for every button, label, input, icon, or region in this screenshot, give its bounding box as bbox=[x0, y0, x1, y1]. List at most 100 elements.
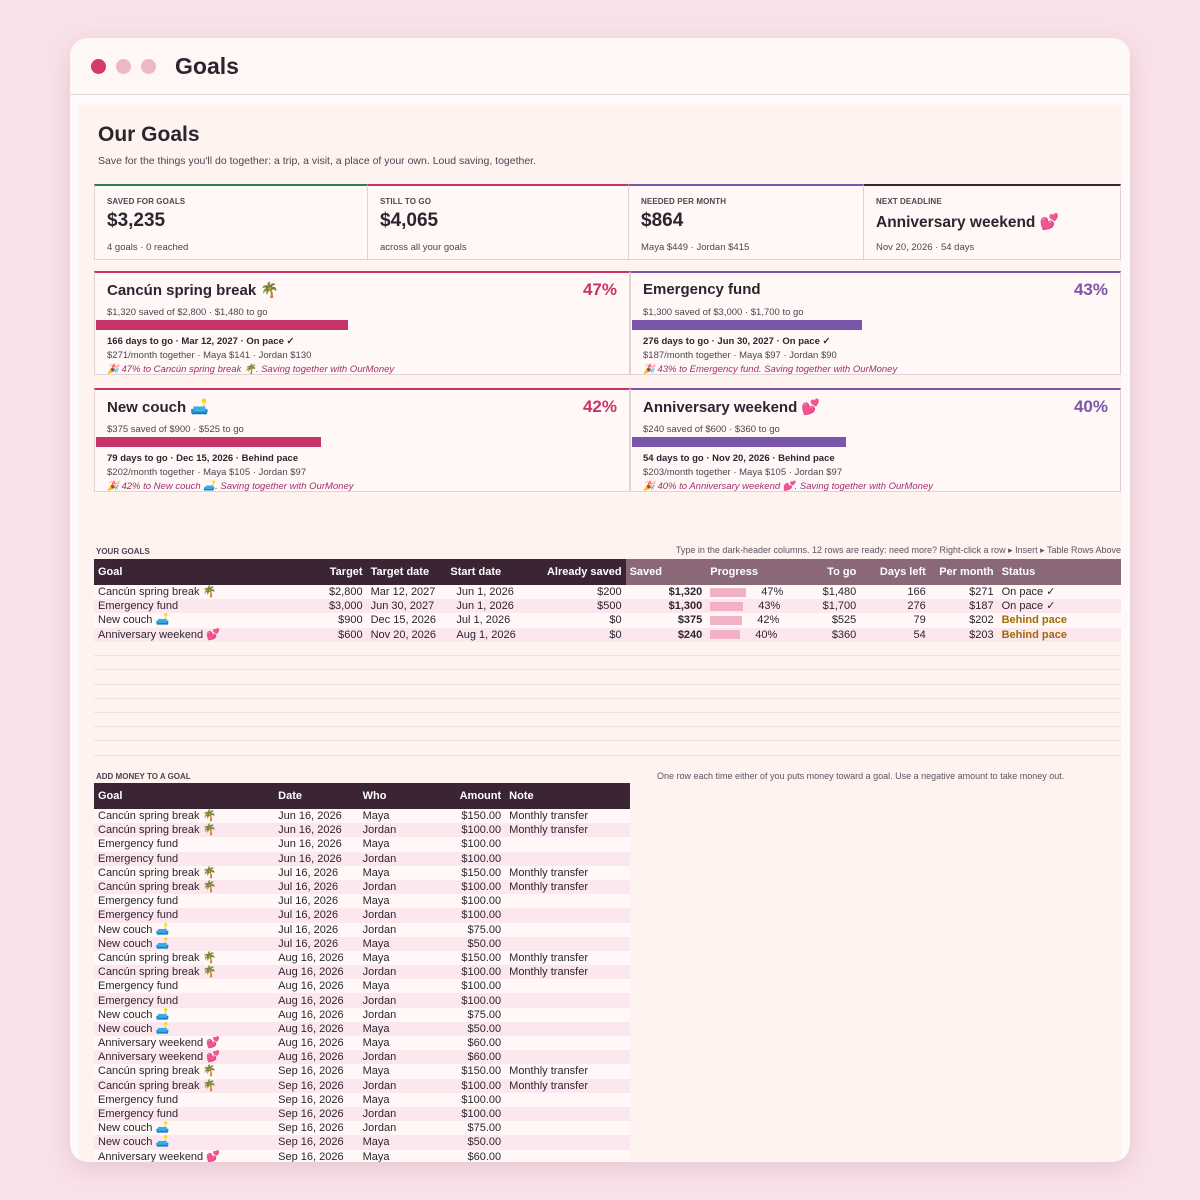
entry-amount-cell[interactable]: $60.00 bbox=[426, 1149, 506, 1162]
money-table-row[interactable]: Cancún spring break 🌴 Jun 16, 2026 Jordan $… bbox=[94, 823, 630, 838]
entry-goal-cell[interactable]: Emergency fund bbox=[94, 1092, 275, 1107]
entry-amount-cell[interactable]: $100.00 bbox=[426, 979, 506, 994]
goal-name-cell[interactable]: Cancún spring break 🌴 bbox=[94, 585, 224, 600]
entry-who-cell[interactable]: Maya bbox=[358, 936, 427, 951]
money-table-row[interactable]: Emergency fund Jun 16, 2026 Jordan $100.00 bbox=[94, 851, 630, 866]
goal-already-saved-cell[interactable]: $0 bbox=[533, 627, 626, 642]
entry-goal-cell[interactable]: Cancún spring break 🌴 bbox=[94, 1078, 275, 1093]
entry-goal-cell[interactable]: New couch 🛋️ bbox=[94, 1135, 275, 1150]
entry-date-cell[interactable]: Jun 16, 2026 bbox=[274, 823, 359, 838]
goals-table-row[interactable]: Emergency fund $3,000 Jun 30, 2027 Jun 1, 2… bbox=[94, 599, 1121, 614]
empty-table-row[interactable] bbox=[94, 741, 1121, 756]
entry-goal-cell[interactable]: Cancún spring break 🌴 bbox=[94, 823, 275, 838]
entry-who-cell[interactable]: Maya bbox=[358, 1064, 427, 1079]
entry-goal-cell[interactable]: Cancún spring break 🌴 bbox=[94, 865, 275, 880]
entry-note-cell[interactable]: Monthly transfer bbox=[505, 1064, 630, 1079]
entry-who-cell[interactable]: Jordan bbox=[358, 1078, 427, 1093]
entry-who-cell[interactable]: Maya bbox=[358, 1092, 427, 1107]
close-window-button[interactable] bbox=[91, 58, 106, 74]
entry-who-cell[interactable]: Jordan bbox=[358, 1121, 427, 1136]
entry-date-cell[interactable]: Aug 16, 2026 bbox=[274, 1050, 359, 1065]
goals-col-header[interactable]: Progress bbox=[706, 559, 788, 585]
entry-amount-cell[interactable]: $150.00 bbox=[426, 1064, 506, 1079]
money-table-row[interactable]: Cancún spring break 🌴 Aug 16, 2026 Jordan $… bbox=[94, 965, 630, 980]
money-col-header[interactable]: Date bbox=[274, 783, 359, 809]
entry-goal-cell[interactable]: Anniversary weekend 💕 bbox=[94, 1149, 275, 1162]
entry-date-cell[interactable]: Jul 16, 2026 bbox=[274, 879, 359, 895]
entry-date-cell[interactable]: Aug 16, 2026 bbox=[274, 1036, 359, 1051]
entry-note-cell[interactable] bbox=[505, 851, 630, 866]
entry-goal-cell[interactable]: Cancún spring break 🌴 bbox=[94, 809, 275, 824]
entry-amount-cell[interactable]: $150.00 bbox=[426, 809, 506, 824]
money-col-header[interactable]: Note bbox=[505, 783, 630, 809]
entry-date-cell[interactable]: Jul 16, 2026 bbox=[274, 936, 359, 951]
entry-goal-cell[interactable]: Anniversary weekend 💕 bbox=[94, 1036, 275, 1051]
entry-note-cell[interactable] bbox=[505, 1149, 630, 1162]
goal-target-cell[interactable]: $2,800 bbox=[223, 585, 367, 600]
entry-goal-cell[interactable]: Emergency fund bbox=[94, 851, 275, 866]
money-table-row[interactable]: New couch 🛋️ Aug 16, 2026 Maya $50.00 bbox=[94, 1021, 630, 1036]
entry-who-cell[interactable]: Maya bbox=[358, 979, 427, 994]
money-table-row[interactable]: Emergency fund Aug 16, 2026 Maya $100.00 bbox=[94, 979, 630, 994]
money-table-row[interactable]: Emergency fund Jun 16, 2026 Maya $100.00 bbox=[94, 837, 630, 852]
entry-date-cell[interactable]: Jul 16, 2026 bbox=[274, 894, 359, 909]
money-col-header[interactable]: Who bbox=[358, 783, 427, 809]
entry-note-cell[interactable] bbox=[505, 837, 630, 852]
money-table-row[interactable]: Anniversary weekend 💕 Sep 16, 2026 Maya $60… bbox=[94, 1149, 630, 1162]
entry-note-cell[interactable] bbox=[505, 1036, 630, 1051]
entry-note-cell[interactable] bbox=[505, 1050, 630, 1065]
goal-name-cell[interactable]: New couch 🛋️ bbox=[94, 613, 224, 628]
goal-target-date-cell[interactable]: Mar 12, 2027 bbox=[366, 585, 447, 600]
entry-note-cell[interactable] bbox=[505, 1135, 630, 1150]
entry-note-cell[interactable]: Monthly transfer bbox=[505, 865, 630, 880]
entry-date-cell[interactable]: Jun 16, 2026 bbox=[274, 851, 359, 866]
empty-table-row[interactable] bbox=[94, 713, 1121, 728]
zoom-window-button[interactable] bbox=[141, 58, 156, 74]
entry-note-cell[interactable] bbox=[505, 1007, 630, 1022]
entry-goal-cell[interactable]: Cancún spring break 🌴 bbox=[94, 965, 275, 980]
entry-goal-cell[interactable]: Emergency fund bbox=[94, 908, 275, 923]
entry-note-cell[interactable] bbox=[505, 894, 630, 909]
entry-date-cell[interactable]: Jun 16, 2026 bbox=[274, 837, 359, 852]
goal-start-date-cell[interactable]: Jul 1, 2026 bbox=[446, 613, 534, 628]
money-table-row[interactable]: Anniversary weekend 💕 Aug 16, 2026 Maya $60… bbox=[94, 1036, 630, 1051]
entry-goal-cell[interactable]: Emergency fund bbox=[94, 837, 275, 852]
entry-date-cell[interactable]: Sep 16, 2026 bbox=[274, 1135, 359, 1150]
entry-date-cell[interactable]: Sep 16, 2026 bbox=[274, 1092, 359, 1107]
entry-amount-cell[interactable]: $50.00 bbox=[426, 1135, 506, 1150]
money-table-row[interactable]: Emergency fund Jul 16, 2026 Maya $100.00 bbox=[94, 894, 630, 909]
entry-note-cell[interactable] bbox=[505, 1092, 630, 1107]
entry-note-cell[interactable]: Monthly transfer bbox=[505, 965, 630, 980]
entry-date-cell[interactable]: Sep 16, 2026 bbox=[274, 1106, 359, 1122]
goals-table-row[interactable]: New couch 🛋️ $900 Dec 15, 2026 Jul 1, 2026 $… bbox=[94, 613, 1121, 628]
entry-date-cell[interactable]: Aug 16, 2026 bbox=[274, 979, 359, 994]
entry-goal-cell[interactable]: Cancún spring break 🌴 bbox=[94, 879, 275, 895]
entry-note-cell[interactable]: Monthly transfer bbox=[505, 809, 630, 824]
entry-who-cell[interactable]: Jordan bbox=[358, 965, 427, 980]
entry-amount-cell[interactable]: $100.00 bbox=[426, 894, 506, 909]
entry-amount-cell[interactable]: $100.00 bbox=[426, 879, 506, 895]
empty-table-row[interactable] bbox=[94, 656, 1121, 671]
entry-amount-cell[interactable]: $100.00 bbox=[426, 851, 506, 866]
entry-note-cell[interactable] bbox=[505, 1121, 630, 1136]
entry-note-cell[interactable] bbox=[505, 908, 630, 923]
entry-note-cell[interactable] bbox=[505, 1021, 630, 1036]
empty-table-row[interactable] bbox=[94, 727, 1121, 742]
entry-note-cell[interactable] bbox=[505, 922, 630, 937]
money-table-row[interactable]: Cancún spring break 🌴 Aug 16, 2026 Maya $15… bbox=[94, 950, 630, 966]
goal-start-date-cell[interactable]: Jun 1, 2026 bbox=[446, 599, 534, 614]
money-table-row[interactable]: New couch 🛋️ Sep 16, 2026 Maya $50.00 bbox=[94, 1135, 630, 1150]
entry-amount-cell[interactable]: $75.00 bbox=[426, 1121, 506, 1136]
goals-col-header[interactable]: Days left bbox=[860, 559, 930, 585]
entry-date-cell[interactable]: Aug 16, 2026 bbox=[274, 1021, 359, 1036]
goals-table-row[interactable]: Cancún spring break 🌴 $2,800 Mar 12, 2027 J… bbox=[94, 585, 1121, 600]
entry-amount-cell[interactable]: $100.00 bbox=[426, 908, 506, 923]
entry-who-cell[interactable]: Jordan bbox=[358, 922, 427, 937]
entry-date-cell[interactable]: Jun 16, 2026 bbox=[274, 809, 359, 824]
entry-amount-cell[interactable]: $75.00 bbox=[426, 922, 506, 937]
money-table-row[interactable]: Anniversary weekend 💕 Aug 16, 2026 Jordan $… bbox=[94, 1050, 630, 1065]
entry-who-cell[interactable]: Jordan bbox=[358, 993, 427, 1008]
entry-who-cell[interactable]: Maya bbox=[358, 1149, 427, 1162]
entry-who-cell[interactable]: Jordan bbox=[358, 879, 427, 895]
empty-table-row[interactable] bbox=[94, 685, 1121, 699]
